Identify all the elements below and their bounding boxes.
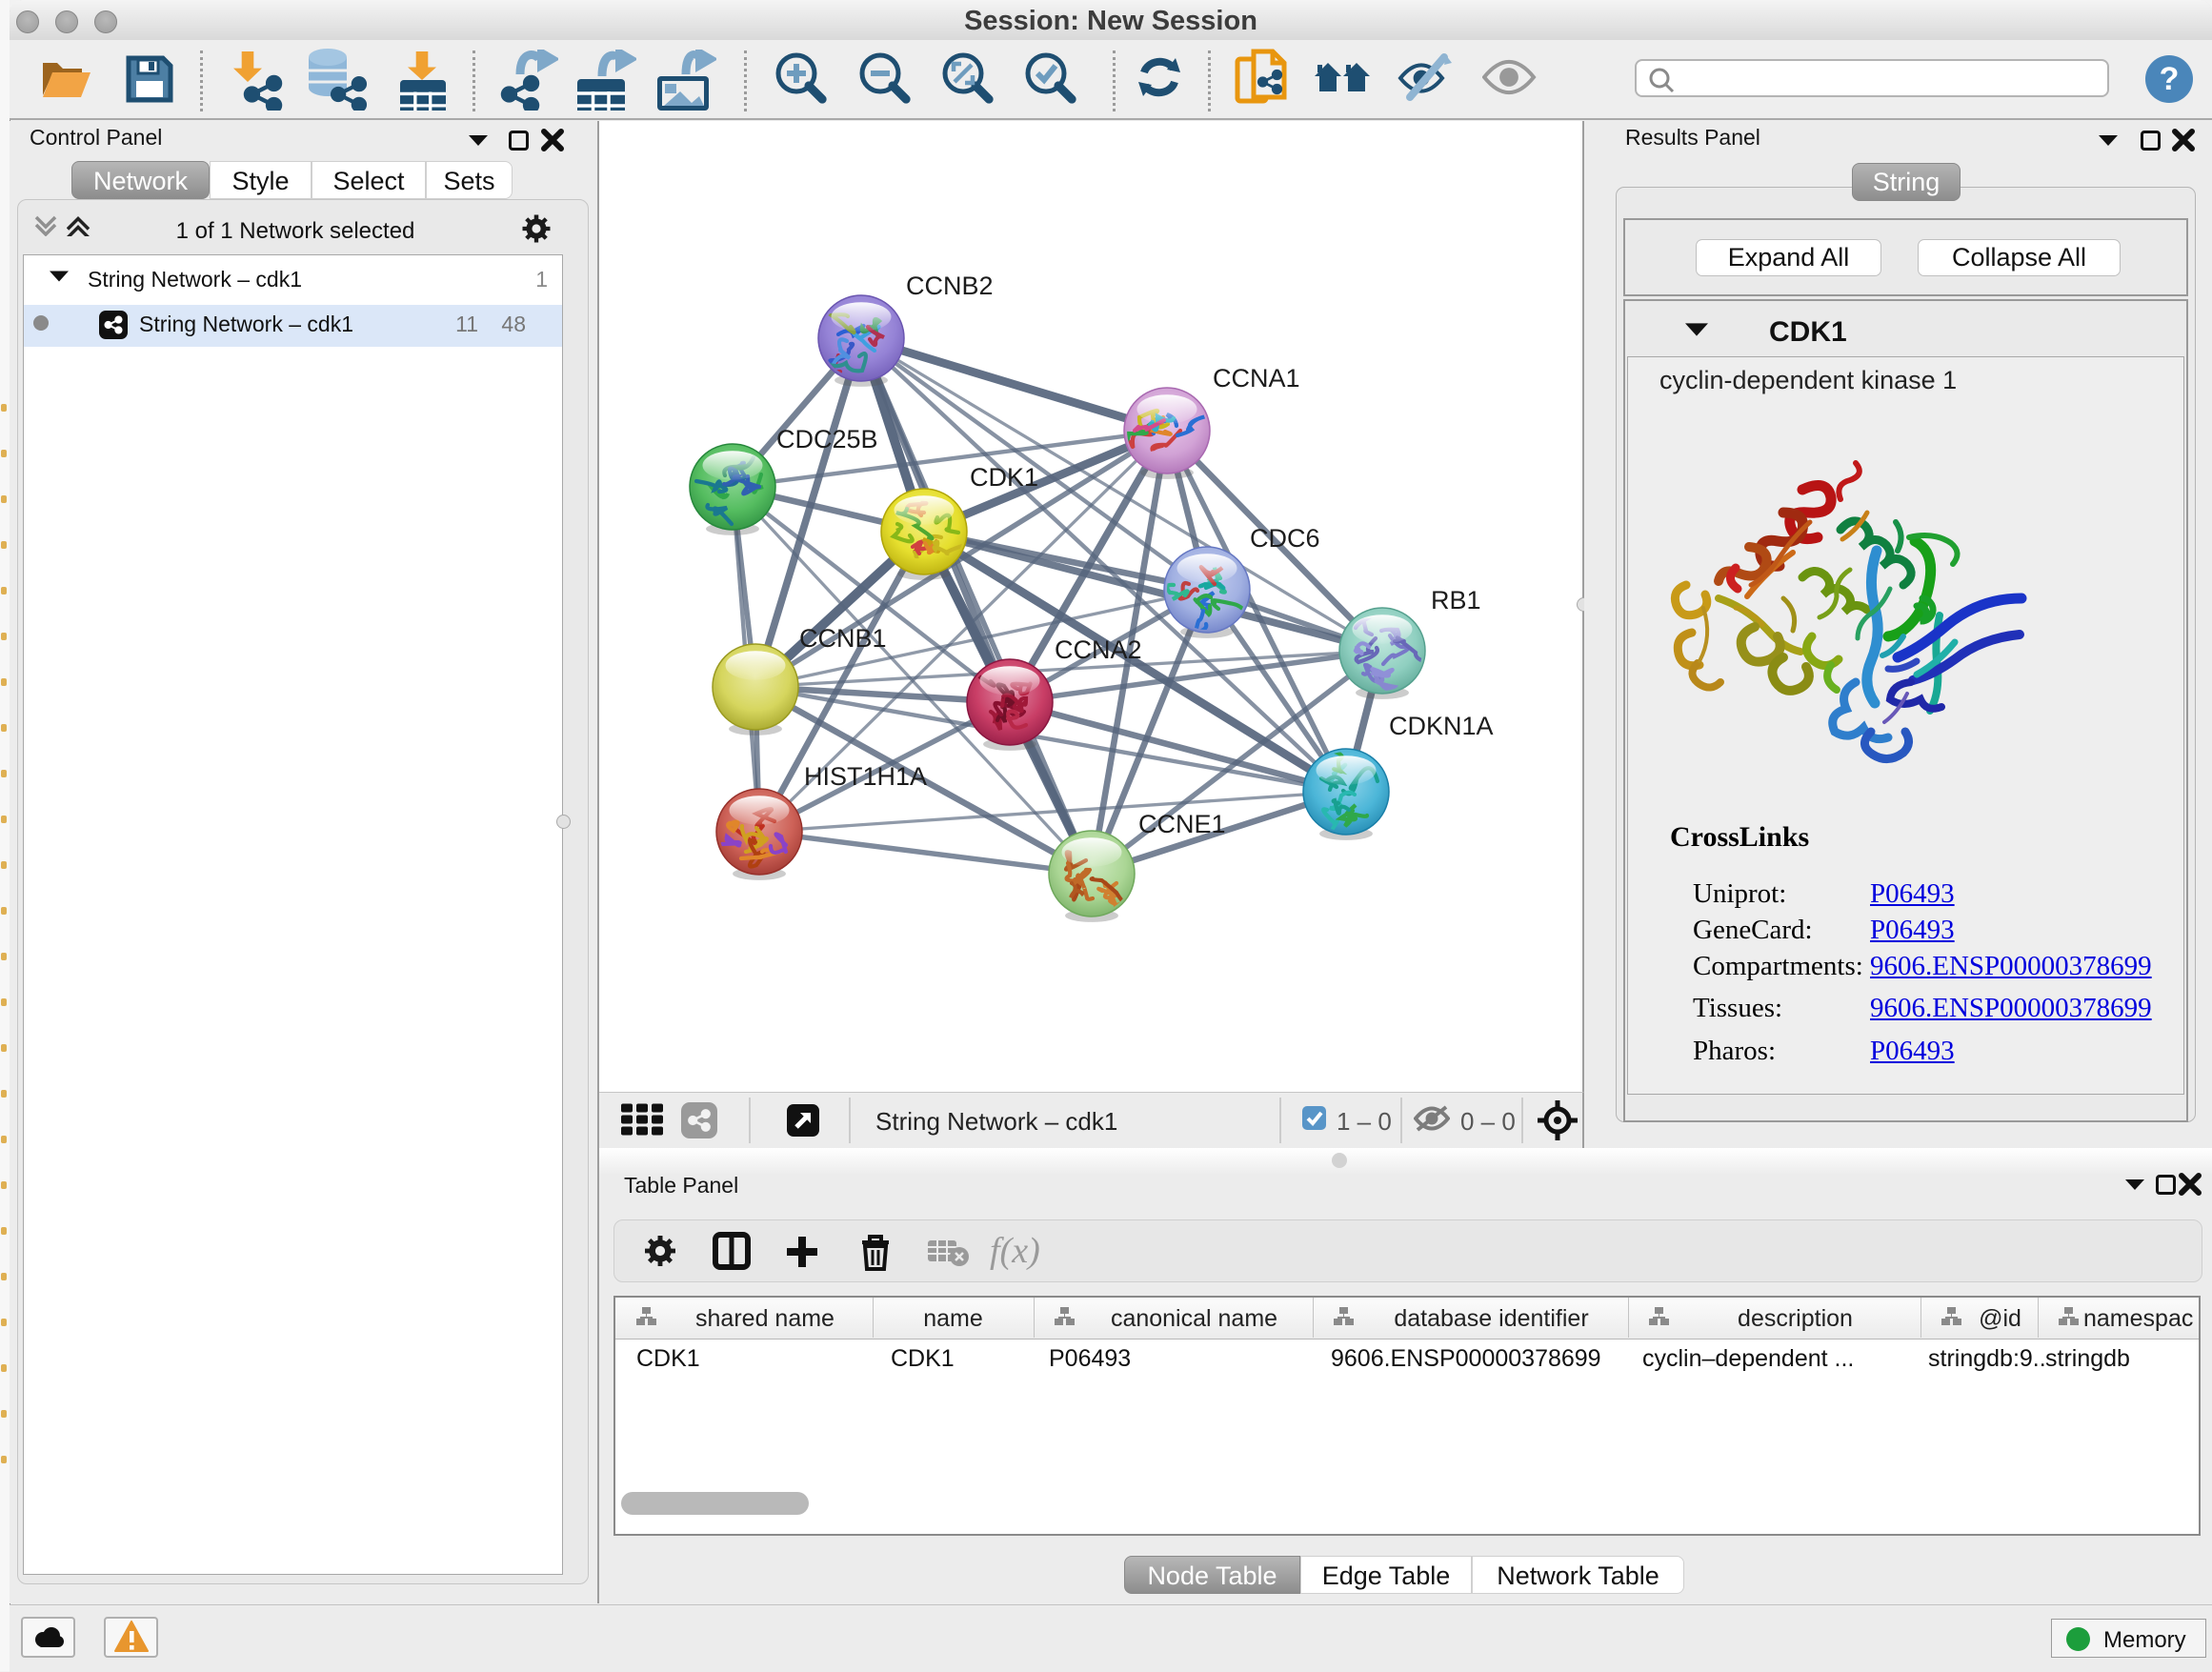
- svg-text:CCNE1: CCNE1: [1138, 810, 1226, 838]
- svg-text:CDC6: CDC6: [1250, 524, 1320, 553]
- svg-text:CCNA2: CCNA2: [1055, 635, 1142, 664]
- svg-text:CCNA1: CCNA1: [1213, 364, 1300, 393]
- svg-text:CCNB2: CCNB2: [906, 272, 994, 300]
- svg-text:HIST1H1A: HIST1H1A: [804, 762, 927, 791]
- svg-text:CDC25B: CDC25B: [776, 425, 878, 453]
- svg-text:?: ?: [2160, 61, 2180, 97]
- svg-text:CDK1: CDK1: [970, 463, 1038, 492]
- svg-text:CDKN1A: CDKN1A: [1389, 712, 1494, 740]
- svg-text:CCNB1: CCNB1: [799, 624, 887, 653]
- svg-text:RB1: RB1: [1431, 586, 1481, 614]
